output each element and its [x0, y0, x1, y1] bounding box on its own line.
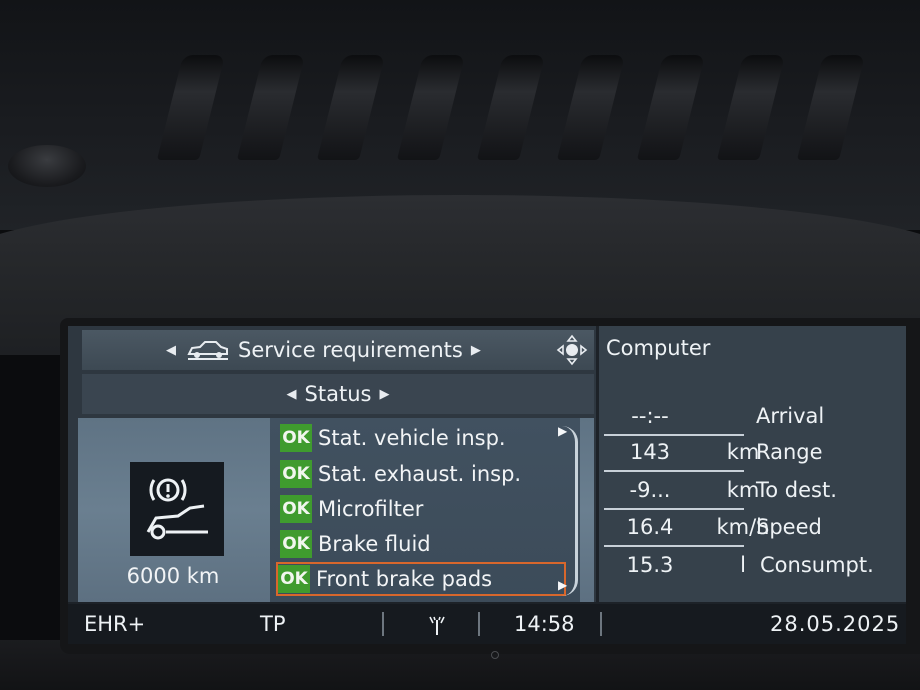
- ok-badge: OK: [280, 529, 312, 558]
- separator: [600, 612, 602, 636]
- ok-badge: OK: [280, 423, 312, 452]
- brake-pad-warning-icon: [130, 462, 224, 556]
- computer-label: To dest.: [756, 478, 837, 502]
- vent-slat: [716, 55, 786, 160]
- subsection-title: Status: [304, 382, 372, 406]
- separator: [478, 612, 480, 636]
- vent-slat: [636, 55, 706, 160]
- computer-value: 143: [629, 440, 671, 464]
- scroll-indicator: [562, 426, 578, 596]
- antenna-icon: [429, 616, 445, 635]
- vent-slat: [396, 55, 466, 160]
- status-bar: EHR+ TP 14:58 28.05.2025: [68, 604, 906, 644]
- computer-value: 16.4: [626, 515, 674, 539]
- ok-badge: OK: [280, 494, 312, 523]
- service-header[interactable]: ◀ Service requirements ▶: [82, 330, 594, 370]
- service-item-front-brake-pads[interactable]: OK Front brake pads: [276, 562, 566, 596]
- divider: [604, 434, 744, 436]
- vent-slat: [236, 55, 306, 160]
- ok-badge: OK: [280, 459, 312, 488]
- clock-time: 14:58: [514, 612, 575, 636]
- vent-slat: [316, 55, 386, 160]
- ok-badge: OK: [278, 565, 310, 593]
- computer-label: Range: [756, 440, 823, 464]
- status-tab[interactable]: ◀ Status ▶: [82, 374, 594, 414]
- traffic-program-indicator: TP: [260, 612, 286, 636]
- service-item-label: Stat. exhaust. insp.: [318, 461, 522, 486]
- service-item-label: Brake fluid: [318, 531, 431, 556]
- computer-value: -9...: [629, 478, 671, 502]
- vent-slat: [556, 55, 626, 160]
- car-icon: [187, 341, 228, 360]
- date: 28.05.2025: [770, 612, 901, 636]
- vent-slat: [476, 55, 546, 160]
- service-item-brake-fluid[interactable]: OK Brake fluid: [280, 528, 570, 559]
- scroll-down-arrow-icon: ▶: [558, 578, 568, 592]
- idrive-screen: ◀ Service requirements ▶ ◀ Status ▶ 6000…: [68, 326, 906, 644]
- scroll-up-arrow-icon: ▶: [558, 424, 568, 438]
- separator: [382, 612, 384, 636]
- computer-value: --:--: [631, 404, 669, 428]
- computer-title: Computer: [606, 336, 711, 360]
- divider: [604, 508, 744, 510]
- computer-value: 15.3: [626, 553, 674, 577]
- computer-label: Consumpt.: [760, 553, 874, 577]
- service-item-microfilter[interactable]: OK Microfilter: [280, 493, 570, 524]
- service-item-exhaust-insp[interactable]: OK Stat. exhaust. insp.: [280, 458, 570, 489]
- light-sensor: [491, 651, 499, 659]
- service-distance: 6000 km: [126, 564, 220, 588]
- right-arrow-icon[interactable]: ▶: [379, 387, 389, 402]
- right-arrow-icon[interactable]: ▶: [471, 343, 481, 358]
- divider: [604, 545, 744, 547]
- service-item-vehicle-insp[interactable]: OK Stat. vehicle insp.: [280, 422, 570, 453]
- left-arrow-icon[interactable]: ◀: [166, 343, 176, 358]
- divider: [604, 470, 744, 472]
- left-arrow-icon[interactable]: ◀: [287, 387, 297, 402]
- computer-row-consumption: 15.3 l Consumpt.: [604, 553, 904, 589]
- service-item-label: Stat. vehicle insp.: [318, 425, 506, 450]
- vent-slat: [796, 55, 866, 160]
- radio-station[interactable]: EHR+: [84, 612, 145, 636]
- air-vent: [140, 55, 920, 175]
- computer-label: Arrival: [756, 404, 825, 428]
- vent-slat: [156, 55, 226, 160]
- dashboard-knob: [8, 145, 86, 187]
- service-item-label: Microfilter: [318, 496, 424, 521]
- computer-label: Speed: [756, 515, 822, 539]
- section-title: Service requirements: [238, 338, 463, 362]
- service-item-label: Front brake pads: [316, 567, 493, 591]
- controller-direction-icon: [556, 334, 588, 366]
